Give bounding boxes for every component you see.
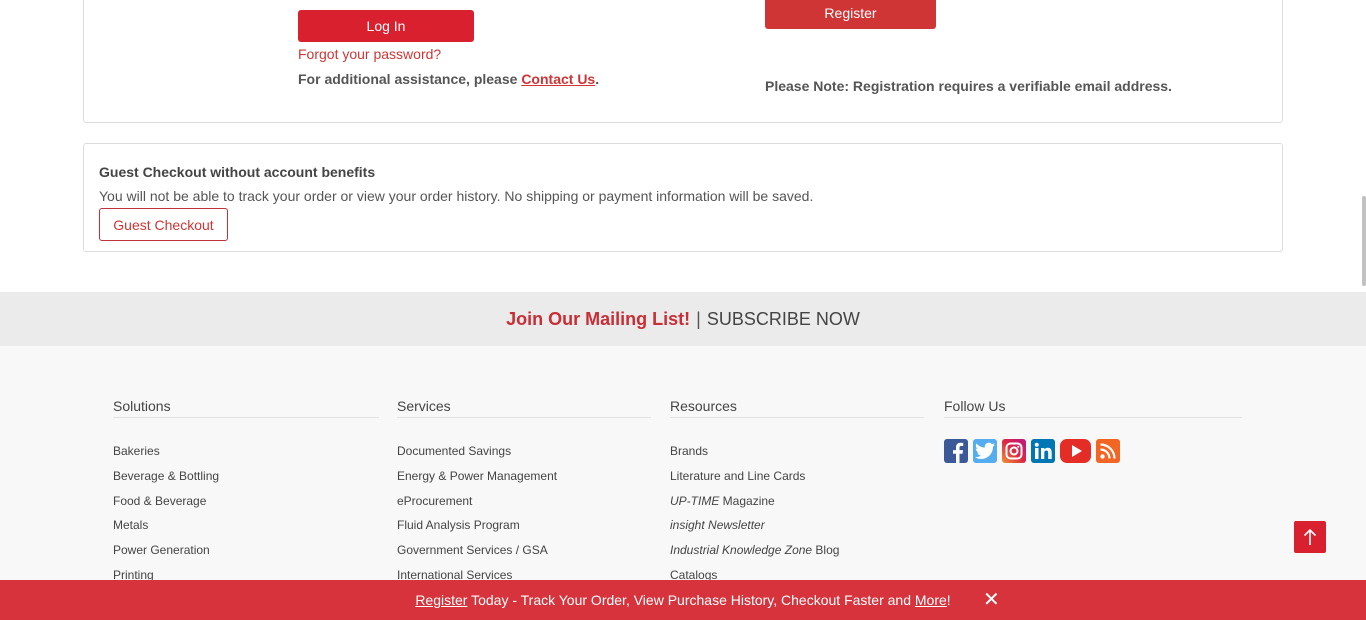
banner-text: Today - Track Your Order, View Purchase … [467,592,915,608]
footer-link-bakeries[interactable]: Bakeries [113,444,379,469]
register-promo-banner: Register Today - Track Your Order, View … [0,580,1366,620]
footer-solutions-column: Solutions Bakeries Beverage & Bottling F… [113,398,379,593]
uptime-italic: UP-TIME [670,493,720,508]
mailing-list-bar: Join Our Mailing List! | SUBSCRIBE NOW [0,292,1366,346]
resources-heading: Resources [670,398,924,418]
ikz-rest: Blog [812,543,840,558]
page-scrollbar[interactable] [1362,196,1366,286]
insight-italic: insight Newsletter [670,518,765,533]
footer-link-literature[interactable]: Literature and Line Cards [670,469,924,494]
log-in-button[interactable]: Log In [298,10,474,42]
banner-more-link[interactable]: More [915,592,947,608]
footer-link-energy-power[interactable]: Energy & Power Management [397,469,651,494]
guest-checkout-description: You will not be able to track your order… [99,188,814,204]
twitter-icon[interactable] [973,439,997,463]
forgot-password-link[interactable]: Forgot your password? [298,46,441,62]
assistance-prefix: For additional assistance, please [298,71,522,87]
footer-link-uptime-magazine[interactable]: UP-TIME Magazine [670,494,924,519]
guest-checkout-card: Guest Checkout without account benefits … [83,143,1283,252]
services-heading: Services [397,398,651,418]
join-mailing-list-link[interactable]: Join Our Mailing List! [506,309,690,329]
contact-us-link[interactable]: Contact Us [521,71,595,87]
ikz-italic: Industrial Knowledge Zone [670,543,813,558]
registration-note: Please Note: Registration requires a ver… [765,78,1172,94]
footer-services-column: Services Documented Savings Energy & Pow… [397,398,651,593]
footer: Solutions Bakeries Beverage & Bottling F… [0,346,1366,582]
instagram-icon[interactable] [1002,439,1026,463]
mailing-separator: | [696,309,701,329]
footer-link-ikz-blog[interactable]: Industrial Knowledge Zone Blog [670,543,924,568]
social-icons [944,439,1242,463]
linkedin-icon[interactable] [1031,439,1055,463]
solutions-heading: Solutions [113,398,379,418]
guest-checkout-button[interactable]: Guest Checkout [99,208,228,241]
login-register-card: Log In Forgot your password? For additio… [83,0,1283,123]
guest-checkout-title: Guest Checkout without account benefits [99,164,376,180]
facebook-icon[interactable] [944,439,968,463]
youtube-icon[interactable] [1060,439,1091,463]
assistance-suffix: . [595,71,600,87]
footer-link-government-services[interactable]: Government Services / GSA [397,543,651,568]
arrow-up-icon [1303,528,1317,545]
footer-link-documented-savings[interactable]: Documented Savings [397,444,651,469]
assistance-text: For additional assistance, please Contac… [298,71,599,87]
close-icon[interactable]: ✕ [983,580,1000,620]
follow-us-heading: Follow Us [944,398,1242,418]
register-button[interactable]: Register [765,0,936,29]
rss-icon[interactable] [1096,439,1120,463]
footer-link-power-generation[interactable]: Power Generation [113,543,379,568]
footer-link-metals[interactable]: Metals [113,518,379,543]
footer-link-beverage-bottling[interactable]: Beverage & Bottling [113,469,379,494]
footer-link-food-beverage[interactable]: Food & Beverage [113,494,379,519]
footer-follow-column: Follow Us [944,398,1242,463]
back-to-top-button[interactable] [1294,521,1326,553]
footer-link-fluid-analysis[interactable]: Fluid Analysis Program [397,518,651,543]
subscribe-now-link[interactable]: SUBSCRIBE NOW [707,309,860,329]
footer-resources-column: Resources Brands Literature and Line Car… [670,398,924,593]
footer-link-insight-newsletter[interactable]: insight Newsletter [670,518,924,543]
footer-link-eprocurement[interactable]: eProcurement [397,494,651,519]
footer-link-brands[interactable]: Brands [670,444,924,469]
uptime-rest: Magazine [719,493,775,508]
banner-exclamation: ! [946,592,951,608]
banner-register-link[interactable]: Register [415,592,467,608]
